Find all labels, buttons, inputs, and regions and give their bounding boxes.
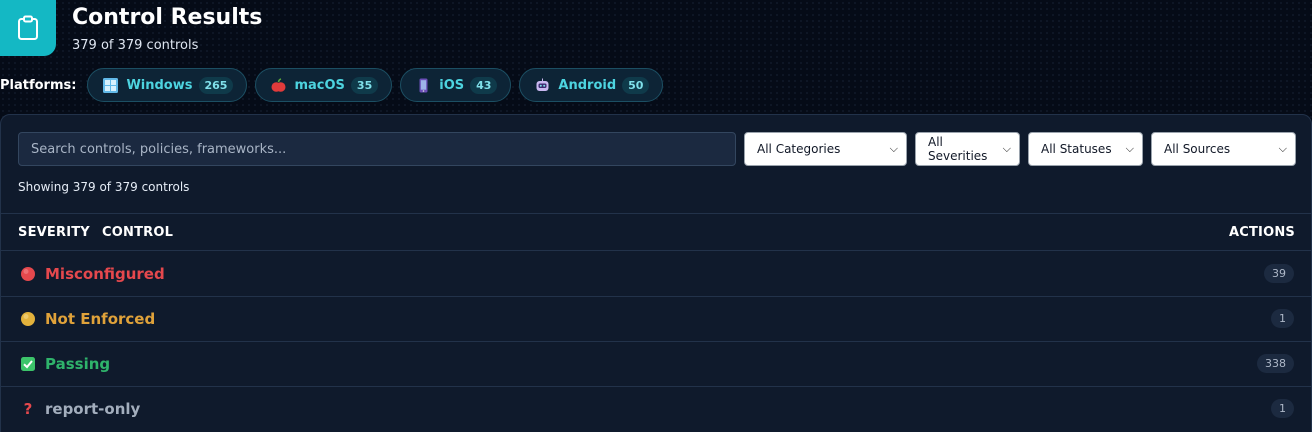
results-count: Showing 379 of 379 controls: [18, 180, 190, 194]
platform-filter-ios[interactable]: iOS 43: [400, 68, 512, 102]
group-row-report-only[interactable]: ? report-only 1: [1, 386, 1311, 431]
group-label: report-only: [45, 399, 141, 418]
source-select-value: All Sources: [1164, 142, 1231, 156]
column-header-severity[interactable]: SEVERITY: [18, 225, 90, 240]
check-box-icon: [20, 356, 36, 372]
page-title: Control Results: [72, 5, 263, 30]
group-count-badge: 338: [1257, 354, 1294, 373]
column-header-actions: ACTIONS: [1228, 225, 1295, 240]
source-select[interactable]: All Sources ⌵: [1151, 132, 1296, 166]
column-header-control[interactable]: CONTROL: [102, 225, 173, 240]
platforms-label: Platforms:: [0, 77, 77, 93]
platform-name: macOS: [294, 77, 345, 93]
group-row-passing[interactable]: Passing 338: [1, 341, 1311, 386]
app-logo-icon: [0, 0, 56, 56]
platform-filter-android[interactable]: Android 50: [519, 68, 664, 102]
platform-name: Android: [558, 77, 617, 93]
severity-select[interactable]: All Severities ⌵: [915, 132, 1020, 166]
group-count-badge: 1: [1271, 309, 1294, 328]
platform-count: 50: [622, 76, 650, 94]
platform-name: iOS: [439, 77, 465, 93]
platform-count: 35: [350, 76, 379, 94]
platform-count: 265: [198, 76, 234, 94]
robot-icon: [534, 77, 550, 93]
divider: [1, 213, 1311, 214]
group-row-not-enforced[interactable]: Not Enforced 1: [1, 296, 1311, 341]
group-count-badge: 39: [1264, 264, 1294, 283]
group-label: Not Enforced: [45, 309, 156, 328]
search-input[interactable]: [18, 132, 736, 166]
platform-count: 43: [470, 76, 498, 94]
chevron-down-icon: ⌵: [1002, 142, 1011, 155]
group-row-misconfigured[interactable]: Misconfigured 39: [1, 251, 1311, 296]
yellow-circle-icon: [20, 311, 36, 327]
chevron-down-icon: ⌵: [889, 142, 898, 155]
severity-select-value: All Severities: [928, 135, 988, 163]
status-select-value: All Statuses: [1041, 142, 1112, 156]
group-label: Misconfigured: [45, 264, 165, 283]
windows-icon: [102, 77, 118, 93]
results-panel: All Categories ⌵ All Severities ⌵ All St…: [0, 114, 1312, 432]
chevron-down-icon: ⌵: [1125, 142, 1134, 155]
page-subtitle: 379 of 379 controls: [72, 38, 199, 53]
chevron-down-icon: ⌵: [1278, 142, 1287, 155]
apple-icon: [270, 77, 286, 93]
clipboard-icon: [18, 15, 38, 40]
red-circle-icon: [20, 266, 36, 282]
platforms-bar: Platforms: Windows 265 macOS 35 iOS 43 A…: [0, 68, 671, 102]
group-count-badge: 1: [1271, 399, 1294, 418]
platform-filter-windows[interactable]: Windows 265: [87, 68, 248, 102]
category-select[interactable]: All Categories ⌵: [744, 132, 907, 166]
question-mark-icon: ?: [23, 399, 33, 418]
status-select[interactable]: All Statuses ⌵: [1028, 132, 1143, 166]
platform-filter-macos[interactable]: macOS 35: [255, 68, 393, 102]
phone-icon: [415, 77, 431, 93]
group-label: Passing: [45, 354, 111, 373]
platform-name: Windows: [126, 77, 193, 93]
category-select-value: All Categories: [757, 142, 841, 156]
